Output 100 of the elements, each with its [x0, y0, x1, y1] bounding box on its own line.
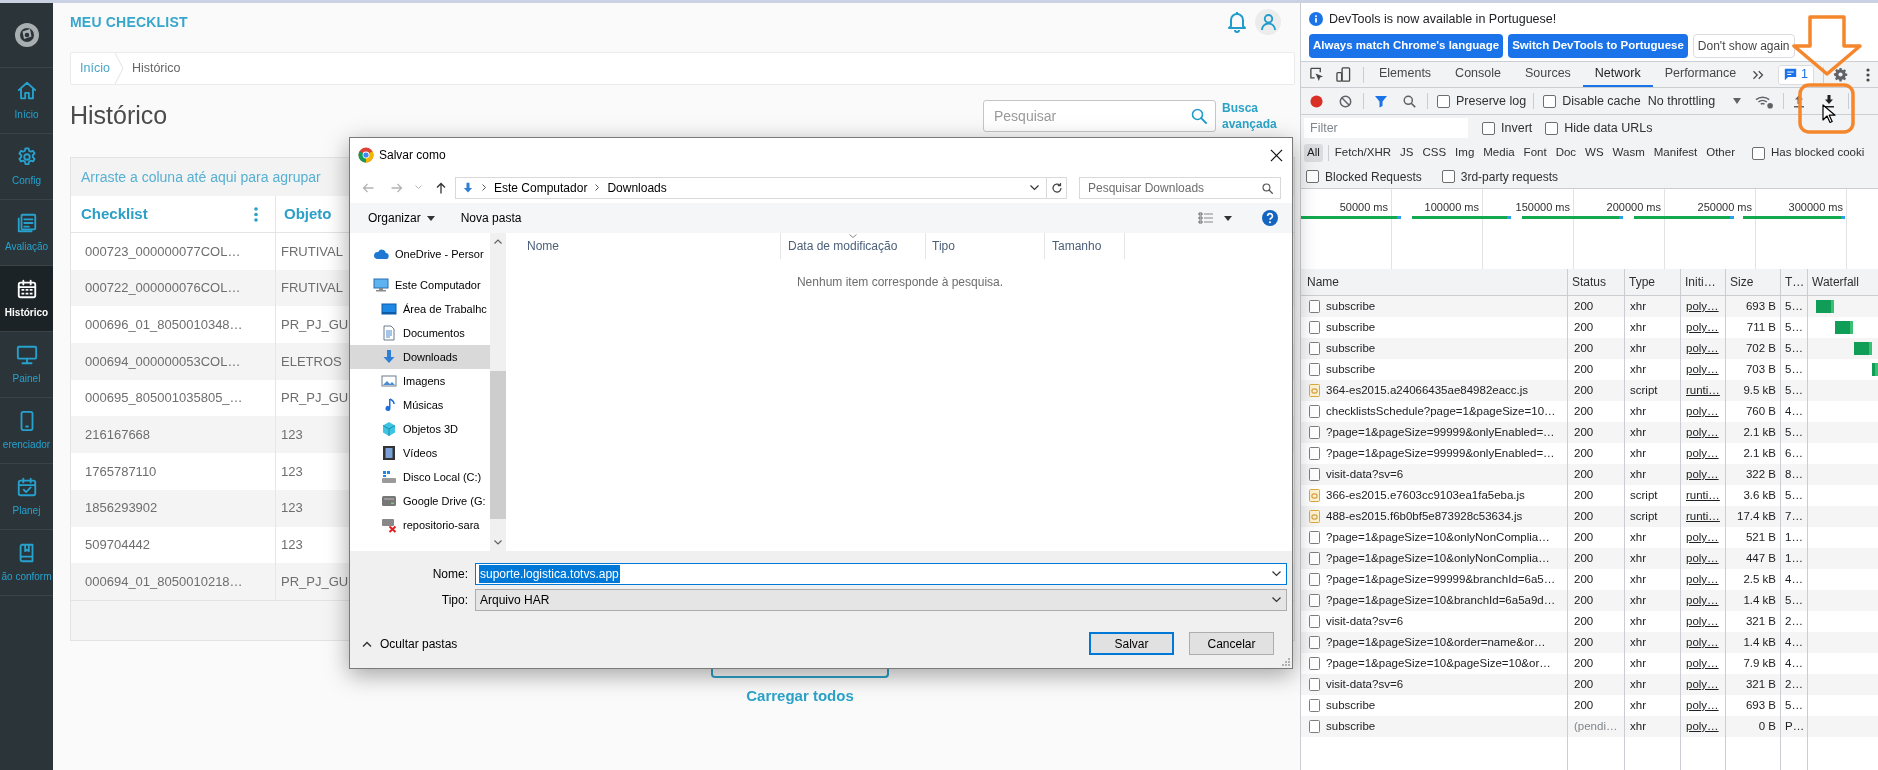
initiator-link[interactable]: poly… [1686, 360, 1719, 379]
initiator-link[interactable]: poly… [1686, 633, 1719, 652]
request-name[interactable]: subscribe [1326, 360, 1376, 379]
request-name[interactable]: visit-data?sv=6 [1326, 675, 1404, 694]
throttling-select[interactable]: No throttling [1647, 91, 1742, 111]
scrollbar[interactable] [490, 233, 506, 551]
type-filter[interactable]: Manifest [1650, 144, 1701, 162]
double-chevron-icon[interactable] [1752, 68, 1765, 81]
record-icon[interactable] [1310, 94, 1323, 108]
upload-icon[interactable] [1794, 94, 1805, 108]
infobar-button[interactable]: Switch DevTools to Portuguese [1508, 34, 1688, 58]
type-filter[interactable]: Font [1520, 144, 1550, 162]
path-segment[interactable]: Downloads [607, 178, 667, 197]
type-filter[interactable]: All [1304, 144, 1323, 162]
request-name[interactable]: checklistsSchedule?page=1&pageSize=10… [1326, 402, 1556, 421]
type-filter[interactable]: Doc [1552, 144, 1580, 162]
caret-icon[interactable] [1224, 215, 1232, 221]
column-header[interactable]: Nome [527, 237, 559, 255]
devtools-tab[interactable]: Console [1443, 62, 1513, 87]
issues-button[interactable]: 1 [1778, 64, 1814, 85]
initiator-link[interactable]: poly… [1686, 444, 1719, 463]
folder-item[interactable]: repositorio-sara [350, 513, 490, 537]
type-filter[interactable]: CSS [1419, 144, 1450, 162]
folder-item[interactable]: Objetos 3D [350, 417, 490, 441]
request-name[interactable]: 488-es2015.f6b0bf5e873928c53634.js [1326, 507, 1523, 526]
initiator-link[interactable]: poly… [1686, 339, 1719, 358]
bell-icon[interactable] [1227, 11, 1247, 33]
checkbox[interactable] [1441, 170, 1455, 183]
chevron-down-icon[interactable] [1030, 184, 1039, 191]
initiator-link[interactable]: poly… [1686, 570, 1719, 589]
devtools-tab[interactable]: Performance [1652, 62, 1749, 87]
column-header[interactable]: Type [1629, 273, 1655, 291]
path-segment[interactable]: Este Computador [494, 178, 588, 197]
checkbox[interactable] [1306, 170, 1319, 183]
user-avatar[interactable] [1255, 9, 1281, 35]
column-header[interactable]: Initi… [1685, 273, 1716, 291]
caret-icon[interactable] [426, 215, 435, 221]
initiator-link[interactable]: poly… [1686, 402, 1719, 421]
type-filter[interactable]: WS [1582, 144, 1607, 162]
filter-field[interactable]: Filter [1304, 118, 1468, 138]
initiator-link[interactable]: poly… [1686, 654, 1719, 673]
folder-item[interactable]: Vídeos [350, 441, 490, 465]
checkbox-label[interactable]: Blocked Requests [1325, 167, 1422, 186]
logo-icon[interactable] [13, 22, 40, 48]
checkbox-label[interactable]: Invert [1501, 118, 1533, 138]
initiator-link[interactable]: poly… [1686, 528, 1719, 547]
request-name[interactable]: ?page=1&pageSize=99999&onlyEnabled=… [1326, 423, 1555, 442]
column-header[interactable]: Tipo [932, 237, 955, 255]
resize-grip-icon[interactable] [1282, 658, 1290, 666]
new-folder-button[interactable]: Nova pasta [460, 209, 522, 227]
initiator-link[interactable]: poly… [1686, 717, 1719, 736]
request-name[interactable]: visit-data?sv=6 [1326, 612, 1404, 631]
request-name[interactable]: subscribe [1326, 297, 1376, 316]
checkbox-label[interactable]: Has blocked cooki [1771, 144, 1865, 162]
clear-icon[interactable] [1339, 94, 1352, 108]
initiator-link[interactable]: poly… [1686, 297, 1719, 316]
inspect-icon[interactable] [1309, 67, 1324, 82]
request-name[interactable]: 364-es2015.a24066435ae84982eacc.js [1326, 381, 1529, 400]
scrollbar-thumb[interactable] [490, 371, 506, 519]
initiator-link[interactable]: poly… [1686, 591, 1719, 610]
address-bar[interactable]: Este Computador Downloads [455, 176, 1067, 199]
initiator-link[interactable]: poly… [1686, 675, 1719, 694]
checkbox[interactable] [1545, 121, 1559, 135]
initiator-link[interactable]: poly… [1686, 612, 1719, 631]
request-name[interactable]: ?page=1&pageSize=99999&branchId=6a5… [1326, 570, 1556, 589]
chevron-down-icon[interactable] [1272, 597, 1281, 603]
dialog-button[interactable]: Salvar [1089, 632, 1174, 655]
search-field[interactable]: Pesquisar [983, 100, 1216, 132]
search-icon[interactable] [1403, 94, 1416, 108]
initiator-link[interactable]: poly… [1686, 423, 1719, 442]
initiator-link[interactable]: runti… [1686, 486, 1720, 505]
initiator-link[interactable]: runti… [1686, 507, 1720, 526]
initiator-link[interactable]: poly… [1686, 465, 1719, 484]
kebab-menu-icon[interactable] [1866, 67, 1870, 82]
folder-item[interactable]: Este Computador [350, 273, 490, 297]
close-icon[interactable] [1270, 148, 1283, 162]
folder-item[interactable]: Área de Trabalhc [350, 297, 490, 321]
infobar-button[interactable]: Always match Chrome's language [1309, 34, 1504, 58]
refresh-icon[interactable] [1050, 181, 1063, 194]
folder-item[interactable]: Documentos [350, 321, 490, 345]
type-filter[interactable]: Wasm [1609, 144, 1648, 162]
column-header[interactable]: T… [1785, 273, 1805, 291]
request-name[interactable]: subscribe [1326, 339, 1376, 358]
checkbox-label[interactable]: 3rd-party requests [1460, 167, 1559, 186]
up-arrow-icon[interactable] [435, 181, 447, 194]
devtools-tab[interactable]: Sources [1513, 62, 1583, 87]
type-filter[interactable]: Img [1452, 144, 1478, 162]
initiator-link[interactable]: runti… [1686, 381, 1720, 400]
checkbox[interactable] [1437, 94, 1450, 108]
column-header[interactable]: Tamanho [1052, 237, 1102, 255]
infobar-button[interactable]: Don't show again [1692, 34, 1795, 58]
request-name[interactable]: ?page=1&pageSize=99999&onlyEnabled=… [1326, 444, 1555, 463]
type-filter[interactable]: Other [1703, 144, 1738, 162]
checkbox-label[interactable]: Disable cache [1562, 91, 1641, 111]
column-header[interactable]: Waterfall [1812, 273, 1859, 291]
dialog-button[interactable]: Cancelar [1189, 632, 1274, 655]
column-header[interactable]: Data de modificação [788, 237, 898, 255]
request-name[interactable]: ?page=1&pageSize=10&order=name&or… [1326, 633, 1546, 652]
request-name[interactable]: 366-es2015.e7603cc9103ea1fa5eba.js [1326, 486, 1525, 505]
search-icon[interactable] [1191, 108, 1207, 124]
